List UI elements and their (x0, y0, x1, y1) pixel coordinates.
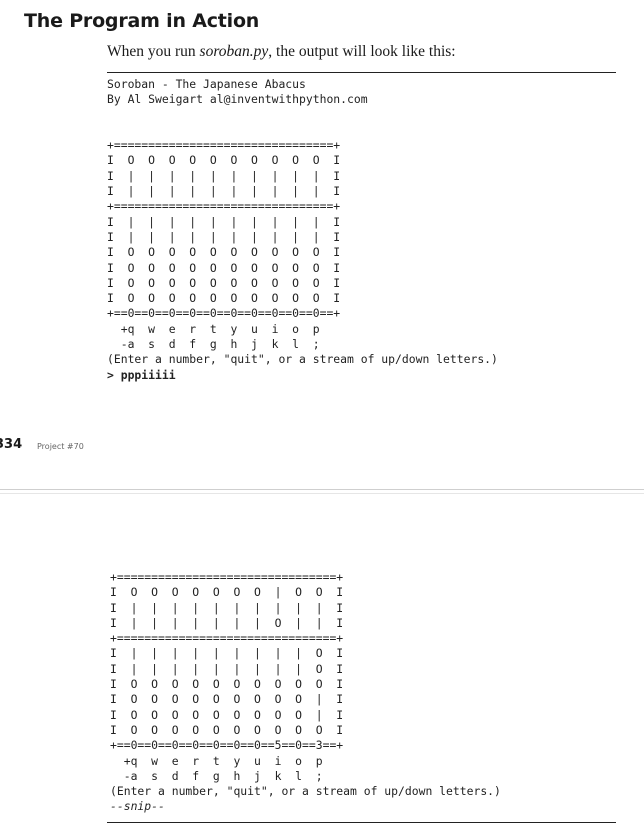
code-line: Soroban - The Japanese Abacus (107, 77, 306, 91)
code-line: +q w e r t y u i o p (110, 753, 323, 768)
code-line: I O O O O O O O | O O I (110, 585, 344, 600)
code-line: I O O O O O O O O O | I (110, 707, 344, 722)
code-line: I | | | | | | | | | | I (107, 184, 341, 199)
code-line: +================================+ (110, 631, 344, 646)
code-line: -a s d f g h j k l ; (107, 337, 320, 352)
snip-marker: --snip-- (110, 799, 165, 814)
code-line: I O O O O O O O O O O I (107, 153, 341, 168)
code-line: By Al Sweigart al@inventwithpython.com (107, 92, 368, 107)
code-line: (Enter a number, "quit", or a stream of … (107, 352, 498, 367)
intro-text-before: When you run (107, 43, 200, 60)
code-line: I O O O O O O O O O O I (107, 275, 341, 290)
intro-paragraph: When you run soroban.py, the output will… (107, 43, 456, 61)
code-line: I O O O O O O O O O O I (110, 677, 344, 692)
code-line: I | | | | | | | | | | I (107, 229, 341, 244)
section-heading: The Program in Action (24, 10, 260, 32)
code-line: I | | | | | | | | | O I (110, 661, 344, 676)
code-line: I | | | | | | | | | | I (110, 600, 344, 615)
listing-top-rule (107, 72, 616, 73)
code-line: I O O O O O O O O O O I (107, 291, 341, 306)
user-input-line: > pppiiiii (107, 367, 176, 382)
code-line: ​ (107, 108, 498, 123)
code-listing-2: +================================+ I O O … (110, 570, 501, 815)
listing-bottom-rule (107, 822, 616, 823)
code-line: I | | | | | | | | | | I (107, 168, 341, 183)
project-label: Project #70 (37, 442, 84, 451)
code-line: I | | | | | | | | | | I (107, 214, 341, 229)
code-line: +==0==0==0==0==0==0==0==5==0==3==+ (110, 738, 344, 753)
code-line: I O O O O O O O O O O I (107, 245, 341, 260)
intro-text-after: , the output will look like this: (268, 43, 456, 60)
code-line: I | | | | | | | | | O I (110, 646, 344, 661)
code-line: I | | | | | | | O | | I (110, 615, 344, 630)
code-line: +==0==0==0==0==0==0==0==0==0==0==+ (107, 306, 341, 321)
page-number: 334 (0, 437, 23, 452)
code-line: ​ (107, 123, 498, 138)
code-line: (Enter a number, "quit", or a stream of … (110, 784, 501, 799)
page-break-divider (0, 489, 644, 494)
code-line: -a s d f g h j k l ; (110, 768, 323, 783)
filename: soroban.py (199, 43, 269, 60)
code-listing-1: Soroban - The Japanese Abacus By Al Sweig… (107, 77, 498, 383)
code-line: +================================+ (110, 570, 344, 584)
code-line: +q w e r t y u i o p (107, 321, 320, 336)
code-line: I O O O O O O O O O O I (107, 260, 341, 275)
code-line: +================================+ (107, 199, 341, 214)
code-line: I O O O O O O O O O O I (110, 722, 344, 737)
code-line: I O O O O O O O O O | I (110, 692, 344, 707)
code-line: +================================+ (107, 138, 341, 153)
